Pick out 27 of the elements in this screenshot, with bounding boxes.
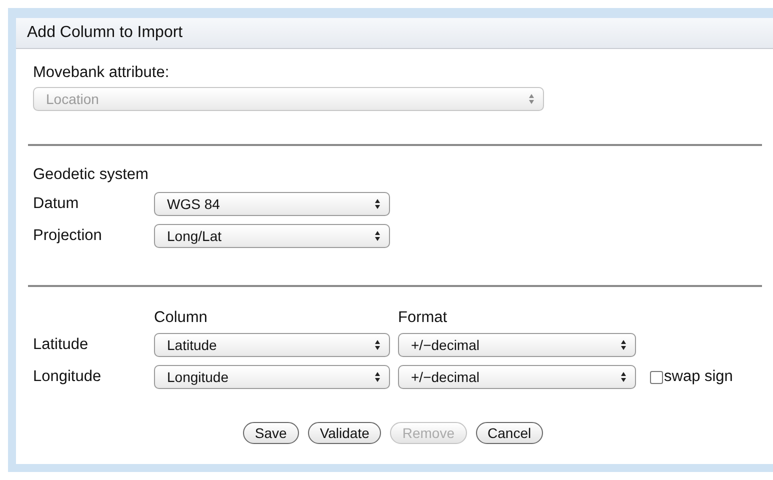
- column-header: Format: [398, 309, 448, 327]
- checkbox[interactable]: [650, 370, 663, 384]
- stepper-icon: [374, 371, 381, 383]
- column-dropdown[interactable]: Latitude: [154, 333, 390, 357]
- stepper-icon: [374, 198, 381, 210]
- window-title: Add Column to Import: [16, 18, 773, 49]
- field-label: Longitude: [33, 368, 102, 386]
- dialog-button[interactable]: Save: [242, 422, 299, 444]
- dialog-button[interactable]: Cancel: [476, 422, 544, 444]
- format-dropdown[interactable]: +/−decimal: [398, 365, 636, 389]
- stepper-icon: [620, 371, 627, 383]
- stepper-icon: [528, 93, 535, 105]
- format-dropdown[interactable]: +/−decimal: [398, 333, 636, 357]
- stepper-icon: [374, 230, 381, 242]
- stepper-icon: [620, 339, 627, 351]
- column-dropdown[interactable]: Longitude: [154, 365, 390, 389]
- section-heading: Geodetic system: [33, 166, 150, 185]
- column-header: Column: [154, 309, 208, 327]
- field-label: Projection: [33, 227, 103, 245]
- dropdown[interactable]: Long/Lat: [154, 224, 390, 248]
- field-label: Movebank attribute:: [33, 64, 170, 83]
- field-label: Datum: [33, 195, 80, 213]
- stepper-icon: [374, 339, 381, 351]
- dropdown[interactable]: WGS 84: [154, 192, 390, 216]
- field-label: Latitude: [33, 336, 90, 354]
- dialog-button[interactable]: Validate: [308, 422, 382, 444]
- checkbox-label: swap sign: [664, 368, 733, 386]
